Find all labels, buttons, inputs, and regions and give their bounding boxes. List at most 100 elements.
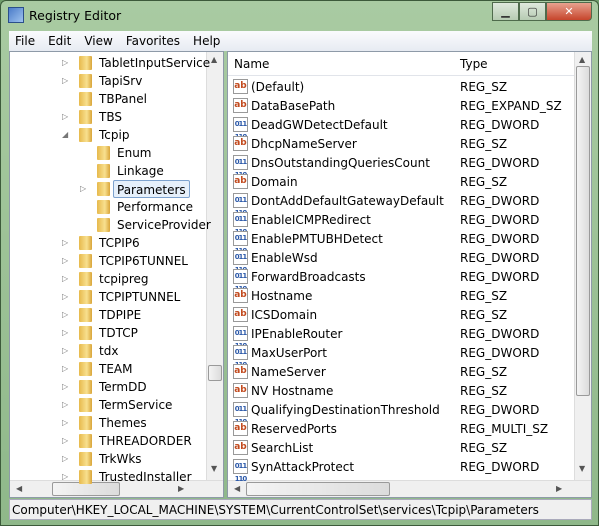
value-name[interactable]: DhcpNameServer	[251, 135, 357, 153]
value-name[interactable]: NameServer	[251, 363, 326, 381]
maximize-button[interactable]: ▢	[519, 2, 546, 21]
expand-arrow-icon[interactable]: ▷	[62, 76, 68, 85]
folder-icon	[97, 146, 110, 160]
expand-arrow-icon[interactable]: ▷	[62, 112, 68, 121]
menu-edit[interactable]: Edit	[48, 34, 71, 48]
tree-item[interactable]: THREADORDER	[99, 432, 192, 450]
value-name[interactable]: ReservedPorts	[251, 420, 337, 438]
menu-view[interactable]: View	[84, 34, 112, 48]
expand-arrow-icon[interactable]: ▷	[62, 328, 68, 337]
tree-item[interactable]: TDTCP	[99, 324, 138, 342]
key-tree-pane[interactable]: ▲ ▼ ◀ ▶ ▷ TabletInputService ▷ TapiSrv TBPan…	[9, 51, 224, 498]
folder-icon	[79, 344, 92, 358]
expand-arrow-icon[interactable]: ▷	[62, 400, 68, 409]
tree-item[interactable]: TEAM	[99, 360, 132, 378]
value-name[interactable]: QualifyingDestinationThreshold	[251, 401, 440, 419]
menu-help[interactable]: Help	[193, 34, 220, 48]
tree-item[interactable]: TrustedInstaller	[99, 468, 192, 486]
expand-arrow-icon[interactable]: ▷	[62, 274, 68, 283]
folder-icon	[79, 452, 92, 466]
string-value-icon: ab	[233, 364, 248, 379]
value-name[interactable]: SynAttackProtect	[251, 458, 354, 476]
value-name[interactable]: EnableICMPRedirect	[251, 211, 371, 229]
value-name[interactable]: DeadGWDetectDefault	[251, 116, 388, 134]
value-name[interactable]: DnsOutstandingQueriesCount	[251, 154, 430, 172]
value-name[interactable]: MaxUserPort	[251, 344, 327, 362]
binary-value-icon: 011 110	[233, 193, 248, 217]
tree-item[interactable]: TrkWks	[99, 450, 142, 468]
collapse-arrow-icon[interactable]: ◢	[62, 130, 68, 139]
tree-item[interactable]: TermDD	[99, 378, 147, 396]
tree-item[interactable]: ServiceProvider	[117, 216, 211, 234]
list-horizontal-scrollbar[interactable]: ◀ ▶	[228, 480, 591, 497]
tree-item[interactable]: Tcpip	[99, 126, 129, 144]
value-name[interactable]: DataBasePath	[251, 97, 335, 115]
tree-item[interactable]: TabletInputService	[99, 54, 210, 72]
value-name[interactable]: SearchList	[251, 439, 313, 457]
scroll-thumb[interactable]	[576, 66, 590, 396]
folder-icon	[79, 56, 92, 70]
tree-vertical-scrollbar[interactable]: ▲ ▼	[206, 52, 223, 480]
value-name[interactable]: EnablePMTUBHDetect	[251, 230, 383, 248]
menu-favorites[interactable]: Favorites	[126, 34, 180, 48]
expand-arrow-icon[interactable]: ▷	[62, 346, 68, 355]
column-header-type[interactable]: Type	[460, 57, 488, 71]
expand-arrow-icon[interactable]: ▷	[62, 310, 68, 319]
tree-item[interactable]: Performance	[117, 198, 193, 216]
tree-item[interactable]: TDPIPE	[99, 306, 141, 324]
value-type: REG_SZ	[460, 80, 508, 94]
value-type: REG_DWORD	[460, 194, 540, 208]
expand-arrow-icon[interactable]: ▷	[62, 58, 68, 67]
value-type: REG_DWORD	[460, 213, 540, 227]
folder-icon	[79, 254, 92, 268]
value-name[interactable]: Hostname	[251, 287, 312, 305]
tree-item[interactable]: TCPIP6	[99, 234, 140, 252]
value-type: REG_DWORD	[460, 346, 540, 360]
value-name[interactable]: IPEnableRouter	[251, 325, 342, 343]
value-type: REG_SZ	[460, 441, 508, 455]
expand-arrow-icon[interactable]: ▷	[62, 238, 68, 247]
tree-item[interactable]: tdx	[99, 342, 118, 360]
tree-item[interactable]: TBPanel	[99, 90, 147, 108]
expand-arrow-icon[interactable]: ▷	[62, 256, 68, 265]
tree-item[interactable]: TCPIP6TUNNEL	[99, 252, 188, 270]
scroll-thumb[interactable]	[208, 365, 222, 381]
expand-arrow-icon[interactable]: ▷	[62, 436, 68, 445]
tree-item[interactable]: Themes	[99, 414, 147, 432]
folder-icon	[79, 362, 92, 376]
tree-item[interactable]: TapiSrv	[99, 72, 142, 90]
tree-item[interactable]: Enum	[117, 144, 151, 162]
value-name[interactable]: NV Hostname	[251, 382, 333, 400]
expand-arrow-icon[interactable]: ▷	[62, 382, 68, 391]
values-list-pane[interactable]: Name Type ▲ ▼ ◀ ▶ ab (Default) REG_SZ ab Dat…	[227, 51, 592, 498]
tree-item[interactable]: tcpipreg	[99, 270, 149, 288]
folder-icon	[97, 182, 110, 196]
menu-file[interactable]: File	[15, 34, 35, 48]
minimize-button[interactable]: ▁	[492, 2, 519, 21]
value-type: REG_DWORD	[460, 403, 540, 417]
expand-arrow-icon[interactable]: ▷	[62, 454, 68, 463]
scroll-thumb[interactable]	[246, 482, 390, 496]
value-name[interactable]: EnableWsd	[251, 249, 318, 267]
value-name[interactable]: (Default)	[251, 78, 304, 96]
value-name[interactable]: ICSDomain	[251, 306, 317, 324]
close-button[interactable]: ✕	[546, 2, 592, 21]
tree-item[interactable]: TermService	[99, 396, 172, 414]
expand-arrow-icon[interactable]: ▷	[62, 418, 68, 427]
value-name[interactable]: Domain	[251, 173, 298, 191]
expand-arrow-icon[interactable]: ▷	[62, 364, 68, 373]
column-header-name[interactable]: Name	[234, 57, 269, 71]
expand-arrow-icon[interactable]: ▷	[62, 292, 68, 301]
value-name[interactable]: ForwardBroadcasts	[251, 268, 366, 286]
list-vertical-scrollbar[interactable]: ▲ ▼	[574, 52, 591, 480]
expand-arrow-icon[interactable]: ▷	[62, 472, 68, 481]
expand-arrow-icon[interactable]: ▷	[80, 184, 86, 193]
tree-item[interactable]: TCPIPTUNNEL	[99, 288, 180, 306]
value-name[interactable]: DontAddDefaultGatewayDefault	[251, 192, 444, 210]
string-value-icon: ab	[233, 136, 248, 151]
string-value-icon: ab	[233, 440, 248, 455]
value-type: REG_DWORD	[460, 156, 540, 170]
tree-item[interactable]: Parameters	[113, 180, 190, 198]
tree-item[interactable]: Linkage	[117, 162, 164, 180]
tree-item[interactable]: TBS	[99, 108, 122, 126]
